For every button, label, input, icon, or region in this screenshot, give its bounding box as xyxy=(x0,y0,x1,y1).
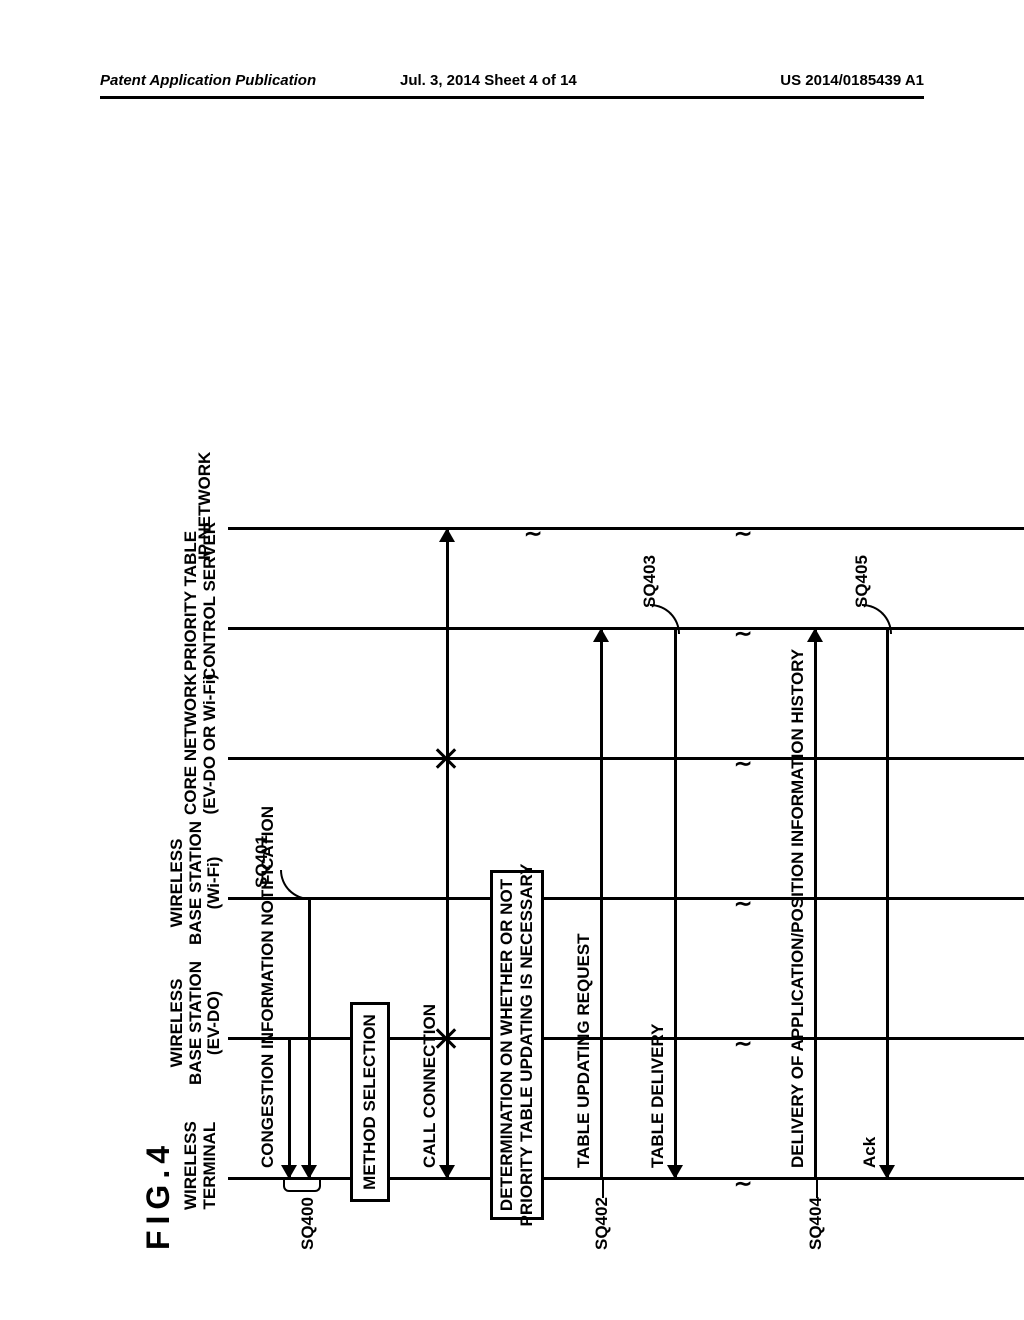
timebreak-ipnet-1: ≀ xyxy=(730,530,755,538)
actor-base-station-wifi: WIRELESS BASE STATION (Wi-Fi) xyxy=(168,821,224,945)
sq400-label: SQ400 xyxy=(298,1197,318,1250)
box-method-selection-text: METHOD SELECTION xyxy=(360,1014,380,1190)
timebreak-priority-1: ≀ xyxy=(730,630,755,638)
sq401-label: SQ401 xyxy=(252,835,272,888)
label-table-delivery: TABLE DELIVERY xyxy=(648,1023,668,1168)
sq400-bracket xyxy=(283,1180,321,1192)
sq402-leader xyxy=(602,1180,604,1198)
arrow-congestion-wifi xyxy=(308,900,311,1177)
arrow-congestion-evdo xyxy=(288,1040,291,1177)
timebreak-ipnet-0: ≀ xyxy=(520,530,545,538)
sq404-leader xyxy=(816,1180,818,1198)
figure-label: FIG.4 xyxy=(140,1140,177,1250)
actor-wireless-terminal: WIRELESS TERMINAL xyxy=(182,1121,219,1210)
page: Patent Application Publication Jul. 3, 2… xyxy=(0,0,1024,1320)
sq404-label: SQ404 xyxy=(806,1197,826,1250)
label-ack: Ack xyxy=(860,1137,880,1168)
arrow-delivery-history xyxy=(814,630,817,1178)
actor-ip-network: IP NETWORK xyxy=(196,452,215,560)
xnode-evdo xyxy=(435,1028,457,1050)
actor-core-network: CORE NETWORK (EV-DO OR Wi-Fi) xyxy=(182,673,219,815)
timebreak-terminal-1: ≀ xyxy=(730,1180,755,1188)
timebreak-wifi-1: ≀ xyxy=(730,900,755,908)
xnode-core xyxy=(435,748,457,770)
sq405-leader xyxy=(862,604,892,634)
lifeline-ipnet xyxy=(228,527,1024,530)
box-method-selection: METHOD SELECTION xyxy=(350,1002,390,1202)
sq402-label: SQ402 xyxy=(592,1197,612,1250)
arrow-table-updating-request xyxy=(600,630,603,1178)
lifeline-core xyxy=(228,757,1024,760)
header-right: US 2014/0185439 A1 xyxy=(780,72,924,89)
arrow-call-connection xyxy=(446,530,449,1177)
box-determination: DETERMINATION ON WHETHER OR NOT PRIORITY… xyxy=(490,870,544,1220)
figure-4-diagram: FIG.4 WIRELESS TERMINAL WIRELESS BASE ST… xyxy=(140,150,880,1250)
label-table-updating-request: TABLE UPDATING REQUEST xyxy=(574,933,594,1168)
arrow-ack xyxy=(886,630,889,1177)
label-delivery-history: DELIVERY OF APPLICATION/POSITION INFORMA… xyxy=(788,649,808,1168)
sq403-label: SQ403 xyxy=(640,555,660,608)
header-rule xyxy=(100,96,924,99)
actor-base-station-evdo: WIRELESS BASE STATION (EV-DO) xyxy=(168,961,224,1085)
diagram-canvas: FIG.4 WIRELESS TERMINAL WIRELESS BASE ST… xyxy=(140,150,880,1250)
timebreak-core-1: ≀ xyxy=(730,760,755,768)
box-determination-text: DETERMINATION ON WHETHER OR NOT PRIORITY… xyxy=(497,863,536,1226)
sq405-label: SQ405 xyxy=(852,555,872,608)
lifeline-evdo xyxy=(228,1037,1024,1040)
header-left: Patent Application Publication xyxy=(100,72,316,89)
header-center: Jul. 3, 2014 Sheet 4 of 14 xyxy=(400,72,577,89)
arrow-table-delivery xyxy=(674,630,677,1177)
sq401-leader xyxy=(280,870,310,900)
lifeline-terminal xyxy=(228,1177,1024,1180)
timebreak-evdo-1: ≀ xyxy=(730,1040,755,1048)
lifeline-wifi xyxy=(228,897,1024,900)
lifeline-priority xyxy=(228,627,1024,630)
sq403-leader xyxy=(650,604,680,634)
